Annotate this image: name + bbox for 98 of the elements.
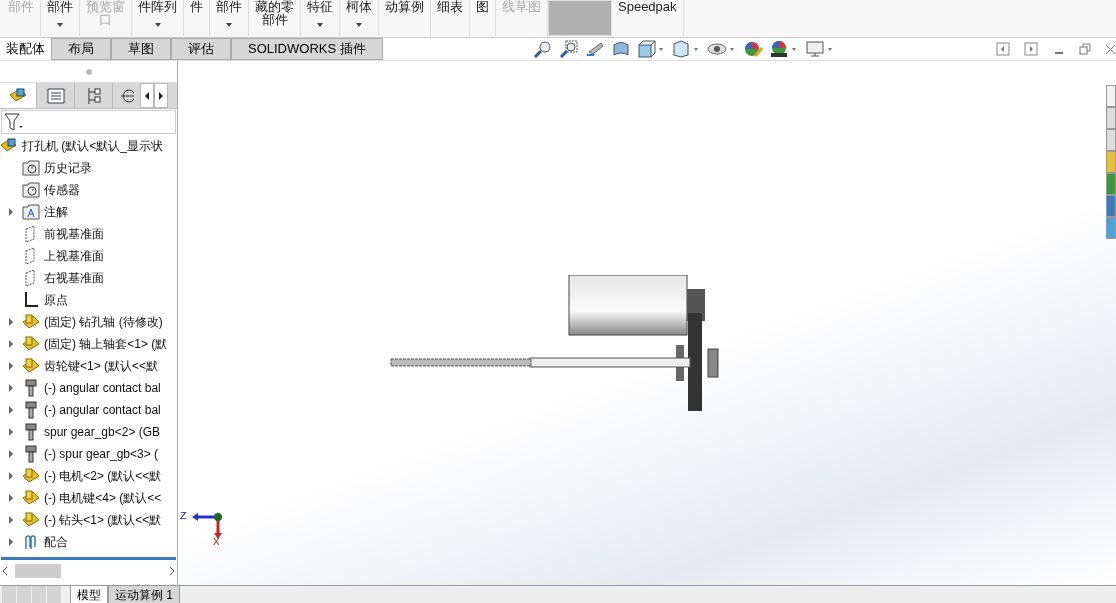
model-tab[interactable]: 模型 — [70, 586, 108, 603]
tree-item[interactable]: (固定) 轴上轴套<1> (默 — [44, 335, 168, 353]
tree-item[interactable]: 上视基准面 — [44, 247, 104, 265]
tree-item[interactable]: 历史记录 — [44, 159, 92, 177]
close-icon[interactable] — [1104, 42, 1116, 56]
hierarchy-icon — [85, 86, 102, 105]
caret-icon[interactable] — [355, 21, 363, 29]
zoom-to-fit-icon[interactable] — [532, 40, 553, 58]
crosshair-icon — [119, 86, 134, 105]
part-icon — [22, 467, 40, 485]
command-tab[interactable]: 评估 — [171, 38, 231, 60]
section-view-icon[interactable] — [610, 40, 631, 58]
ribbon-button[interactable]: 特征 — [301, 0, 340, 36]
caret-left-icon — [144, 91, 150, 100]
panel-right-icon[interactable] — [1024, 42, 1038, 56]
annotation-folder-icon — [22, 203, 40, 221]
caret-icon[interactable] — [316, 21, 324, 29]
caret-icon[interactable] — [225, 21, 233, 29]
tree-item[interactable]: (固定) 钻孔轴 (待修改) — [44, 313, 163, 331]
restore-icon[interactable] — [1078, 42, 1092, 56]
caret-icon[interactable] — [153, 21, 162, 29]
bolt-icon — [22, 401, 40, 419]
bolt-icon — [22, 445, 40, 463]
history-folder-icon — [22, 159, 40, 177]
tree-item[interactable]: 配合 — [44, 533, 68, 551]
ribbon-button[interactable]: 柯体 — [340, 0, 379, 36]
scrollbar-thumb[interactable] — [15, 564, 61, 578]
bolt-icon — [22, 379, 40, 397]
tree-item[interactable]: (-) 钻头<1> (默认<<默 — [44, 511, 162, 529]
expand-arrow-icon[interactable] — [8, 516, 14, 524]
display-style-icon[interactable] — [670, 40, 701, 58]
ribbon-button[interactable]: Speedpak — [612, 0, 684, 36]
model-tab[interactable]: 运动算例 1 — [108, 586, 180, 603]
ribbon-button[interactable]: 动算例 — [379, 0, 431, 36]
z-axis-label: Z — [180, 510, 187, 522]
ribbon-button[interactable]: 件 — [184, 0, 210, 36]
expand-arrow-icon[interactable] — [8, 208, 14, 216]
expand-arrow-icon[interactable] — [8, 428, 14, 436]
home-tab[interactable] — [1106, 85, 1116, 107]
expand-arrow-icon[interactable] — [8, 340, 14, 348]
filter-icon[interactable] — [4, 113, 24, 131]
tree-item[interactable]: (-) angular contact bal — [44, 401, 161, 419]
expand-arrow-icon[interactable] — [8, 472, 14, 480]
x-axis-label: X — [213, 536, 220, 548]
expand-arrow-icon[interactable] — [8, 538, 14, 546]
tree-item[interactable]: (-) angular contact bal — [44, 379, 161, 397]
part-icon — [22, 489, 40, 507]
scroll-right-icon[interactable] — [168, 566, 176, 576]
expand-arrow-icon[interactable] — [8, 362, 14, 370]
tree-item[interactable]: 右视基准面 — [44, 269, 104, 287]
ribbon-button[interactable]: 部件 — [210, 0, 249, 36]
filter-field[interactable] — [1, 110, 176, 134]
origin-icon — [22, 291, 40, 309]
ribbon-button[interactable]: 部件 — [41, 0, 80, 36]
feature-manager-tab[interactable] — [0, 83, 36, 108]
scroll-left-button[interactable] — [140, 83, 154, 108]
sensor-folder-icon — [22, 181, 40, 199]
list-icon — [46, 87, 65, 104]
part-icon — [22, 313, 40, 331]
ribbon-button[interactable]: 图 — [470, 0, 496, 36]
part-icon — [22, 357, 40, 375]
bolt-icon — [22, 423, 40, 441]
ribbon-button[interactable]: 藏的零 部件 — [249, 0, 301, 36]
ribbon-button[interactable]: 件阵列 — [132, 0, 184, 36]
tree-item[interactable]: 注解 — [44, 203, 68, 221]
caret-icon[interactable] — [56, 21, 64, 29]
edit-appearance-icon[interactable] — [742, 40, 763, 58]
command-tab[interactable]: SOLIDWORKS 插件 — [231, 38, 383, 60]
part-icon — [22, 335, 40, 353]
tree-item[interactable]: 传感器 — [44, 181, 80, 199]
expand-arrow-icon[interactable] — [8, 494, 14, 502]
expand-arrow-icon[interactable] — [8, 384, 14, 392]
scroll-left-icon[interactable] — [1, 566, 9, 576]
panel-left-icon[interactable] — [996, 42, 1010, 56]
expand-arrow-icon[interactable] — [8, 318, 14, 326]
ribbon-button[interactable]: 细表 — [431, 0, 470, 36]
panel-handle-icon[interactable] — [85, 68, 92, 75]
tree-item[interactable]: (-) 电机键<4> (默认<< — [44, 489, 162, 507]
tree-item[interactable]: 前视基准面 — [44, 225, 104, 243]
zoom-area-icon[interactable] — [558, 40, 579, 58]
tree-item[interactable]: 打孔机 (默认<默认_显示状 — [22, 137, 163, 155]
command-tab[interactable]: 布局 — [51, 38, 111, 60]
expand-arrow-icon[interactable] — [8, 406, 14, 414]
monitor-icon[interactable] — [804, 40, 835, 58]
command-tab[interactable]: 草图 — [111, 38, 171, 60]
scroll-right-button[interactable] — [154, 83, 168, 108]
eye-icon[interactable] — [706, 40, 737, 58]
tree-item[interactable]: spur gear_gb<2> (GB — [44, 423, 161, 441]
tree-item[interactable]: 齿轮键<1> (默认<<默 — [44, 357, 159, 375]
view-orientation-icon[interactable] — [636, 40, 665, 58]
tree-item[interactable]: 原点 — [44, 291, 68, 309]
tree-item[interactable]: (-) 电机<2> (默认<<默 — [44, 467, 162, 485]
part-icon — [22, 511, 40, 529]
tree-item[interactable]: (-) spur gear_gb<3> ( — [44, 445, 159, 463]
previous-view-icon[interactable] — [584, 40, 605, 58]
caret-right-icon — [158, 91, 164, 100]
expand-arrow-icon[interactable] — [8, 450, 14, 458]
scene-icon[interactable] — [768, 40, 799, 58]
